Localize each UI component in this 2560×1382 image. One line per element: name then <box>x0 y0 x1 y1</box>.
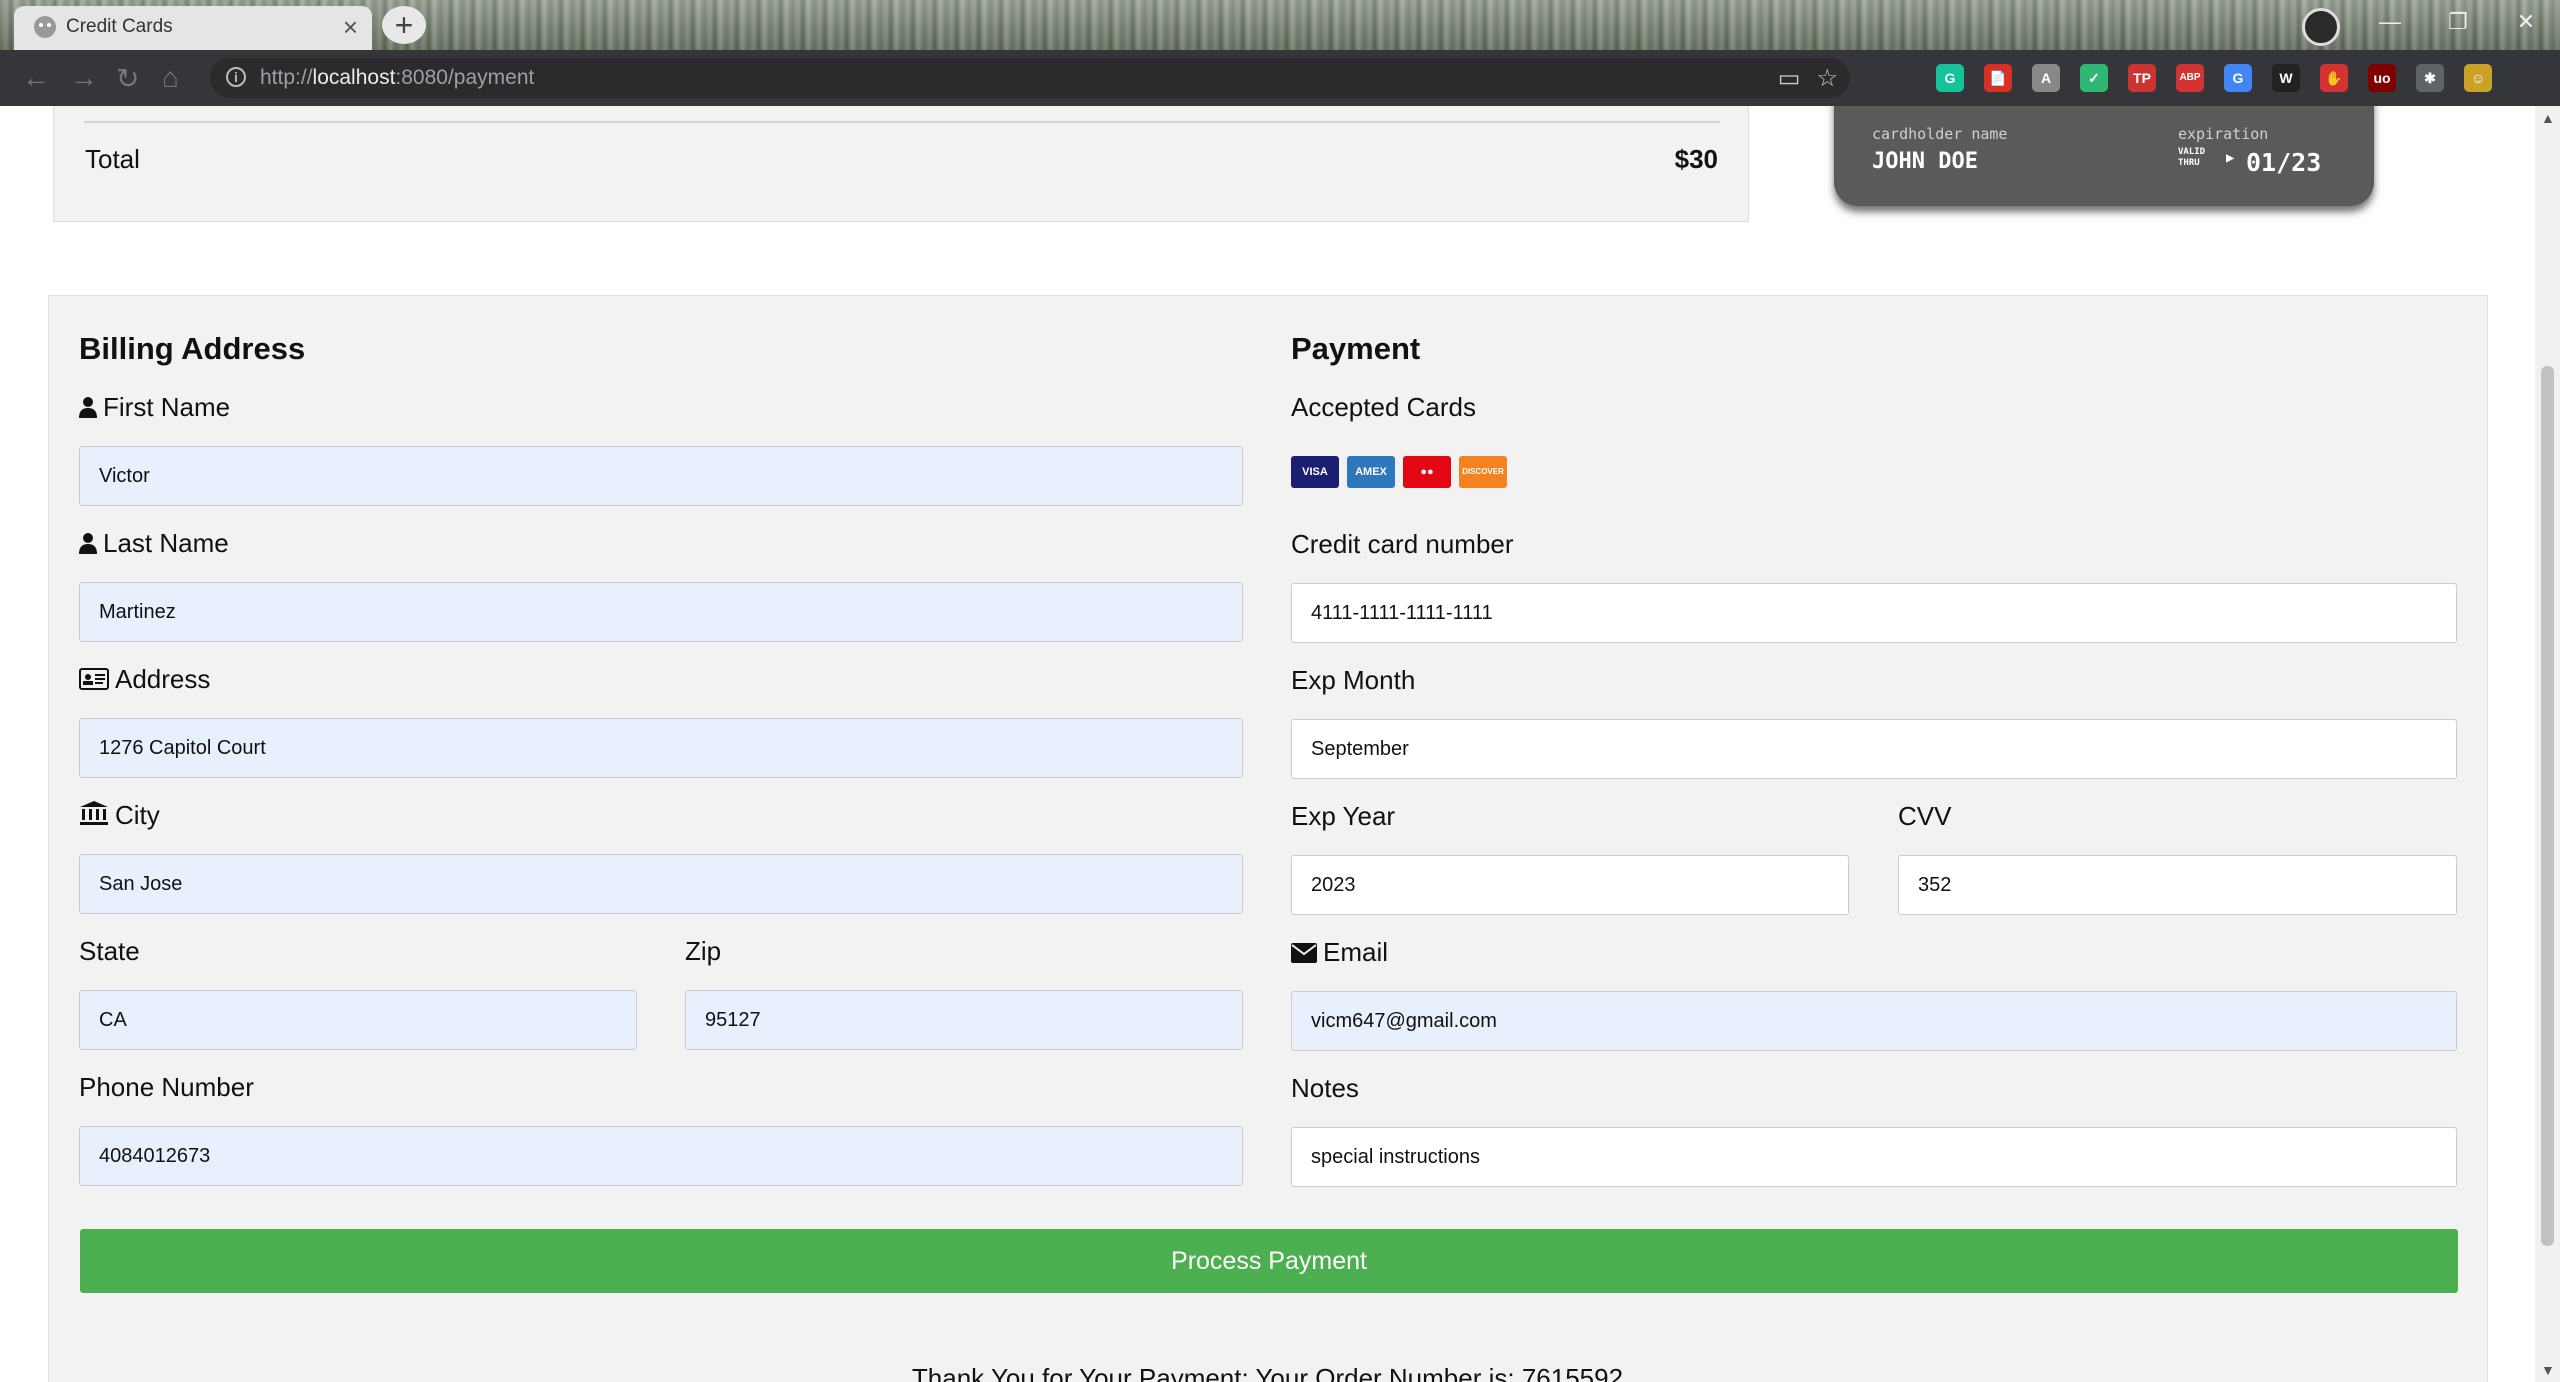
state-input[interactable]: CA <box>79 990 637 1050</box>
envelope-icon <box>1291 943 1317 963</box>
order-summary: Total $30 <box>53 106 1749 222</box>
exp-month-input[interactable]: September <box>1291 719 2457 779</box>
valid-thru-arrow-icon: ▶ <box>2226 150 2235 166</box>
browser-tab-strip: Credit Cards × + — ❐ ✕ <box>0 0 2560 50</box>
notes-input[interactable]: special instructions <box>1291 1127 2457 1187</box>
cardholder-label: cardholder name <box>1872 125 2008 143</box>
exp-month-label: Exp Month <box>1291 665 1416 695</box>
pdf-icon[interactable]: 📄 <box>1984 64 2012 92</box>
user-icon <box>79 397 97 418</box>
last-name-label: Last Name <box>79 528 229 559</box>
discover-logo-icon: DISCOVER <box>1459 456 1507 488</box>
summary-divider <box>84 121 1720 123</box>
zip-label: Zip <box>685 936 722 966</box>
tampermonkey-icon[interactable]: TP <box>2128 64 2156 92</box>
scroll-up-icon[interactable]: ▲ <box>2541 110 2555 126</box>
accepted-card-logos: VISA AMEX ●● DISCOVER <box>1291 456 1507 488</box>
window-close-icon[interactable]: ✕ <box>2492 0 2560 44</box>
scroll-thumb[interactable] <box>2541 366 2554 1246</box>
ublock-icon[interactable]: uo <box>2368 64 2396 92</box>
visa-logo-icon: VISA <box>1291 456 1339 488</box>
tab-close-icon[interactable]: × <box>343 12 358 43</box>
wiki-icon[interactable]: W <box>2272 64 2300 92</box>
city-label: City <box>79 800 160 831</box>
amex-logo-icon: AMEX <box>1347 456 1395 488</box>
payment-heading: Payment <box>1291 331 1421 366</box>
save-icon[interactable]: ✓ <box>2080 64 2108 92</box>
billing-heading: Billing Address <box>79 331 306 366</box>
forward-icon[interactable]: → <box>70 62 98 94</box>
minimize-icon[interactable]: — <box>2356 0 2424 44</box>
stop-icon[interactable]: ✋ <box>2320 64 2348 92</box>
tab-credit-cards[interactable]: Credit Cards × <box>14 6 372 50</box>
exp-year-input[interactable]: 2023 <box>1291 855 1849 915</box>
cvv-label: CVV <box>1898 801 1952 831</box>
email-label: Email <box>1291 937 1388 968</box>
city-input[interactable]: San Jose <box>79 854 1243 914</box>
bookmark-star-icon[interactable]: ☆ <box>1816 64 1838 93</box>
window-controls: — ❐ ✕ <box>2356 0 2560 44</box>
reload-icon[interactable]: ↻ <box>116 62 139 95</box>
accepted-cards-label: Accepted Cards <box>1291 392 1476 422</box>
profile-avatar-icon[interactable]: ☺ <box>2464 64 2492 92</box>
cvv-input[interactable]: 352 <box>1898 855 2457 915</box>
reader-icon[interactable]: A <box>2032 64 2060 92</box>
address-card-icon <box>79 668 109 690</box>
address-bar[interactable]: i http://localhost:8080/payment ▭ ☆ <box>210 58 1850 98</box>
restore-icon[interactable]: ❐ <box>2424 0 2492 44</box>
first-name-label: First Name <box>79 392 230 423</box>
checkout-form: Billing Address First Name Victor Last N… <box>48 295 2488 1382</box>
grammarly-icon[interactable]: G <box>1936 64 1964 92</box>
home-icon[interactable]: ⌂ <box>162 62 179 94</box>
site-info-icon[interactable]: i <box>226 67 246 87</box>
cc-number-input[interactable]: 4111-1111-1111-1111 <box>1291 583 2457 643</box>
cc-number-label: Credit card number <box>1291 529 1514 559</box>
total-label: Total <box>85 144 140 174</box>
institution-icon <box>80 801 108 825</box>
page-scrollbar[interactable]: ▲ ▼ <box>2535 106 2560 1382</box>
process-payment-button[interactable]: Process Payment <box>80 1229 2458 1293</box>
puzzle-icon[interactable]: ✱ <box>2416 64 2444 92</box>
last-name-input[interactable]: Martinez <box>79 582 1243 642</box>
notes-label: Notes <box>1291 1073 1359 1103</box>
profile-menu-icon[interactable] <box>2302 8 2340 46</box>
scroll-down-icon[interactable]: ▼ <box>2541 1362 2555 1378</box>
credit-card-preview: cardholder name JOHN DOE expiration VALI… <box>1834 106 2374 206</box>
expiration-label: expiration <box>2178 125 2269 143</box>
zip-input[interactable]: 95127 <box>685 990 1243 1050</box>
address-label: Address <box>79 664 210 695</box>
tab-title: Credit Cards <box>66 16 173 37</box>
address-input[interactable]: 1276 Capitol Court <box>79 718 1243 778</box>
phone-input[interactable]: 4084012673 <box>79 1126 1243 1186</box>
tab-favicon-icon <box>34 16 56 38</box>
order-confirmation-message: Thank You for Your Payment: Your Order N… <box>911 1363 1624 1382</box>
adblock-icon[interactable]: ABP <box>2176 64 2204 92</box>
phone-label: Phone Number <box>79 1072 254 1102</box>
new-tab-button[interactable]: + <box>382 6 426 44</box>
total-value: $30 <box>1674 144 1718 174</box>
card-icon[interactable]: ▭ <box>1778 64 1801 93</box>
user-icon <box>79 533 97 554</box>
card-expiration: 01/23 <box>2246 148 2322 177</box>
exp-year-label: Exp Year <box>1291 801 1396 831</box>
url-text[interactable]: http://localhost:8080/payment <box>260 66 534 90</box>
translate-icon[interactable]: G <box>2224 64 2252 92</box>
state-label: State <box>79 936 140 966</box>
first-name-input[interactable]: Victor <box>79 446 1243 506</box>
payment-page: Total $30 cardholder name JOHN DOE expir… <box>0 106 2535 1382</box>
mastercard-logo-icon: ●● <box>1403 456 1451 488</box>
back-icon[interactable]: ← <box>22 62 50 94</box>
cardholder-name: JOHN DOE <box>1872 149 1978 174</box>
valid-thru-label: VALID THRU <box>2178 147 2206 168</box>
email-input[interactable]: vicm647@gmail.com <box>1291 991 2457 1051</box>
